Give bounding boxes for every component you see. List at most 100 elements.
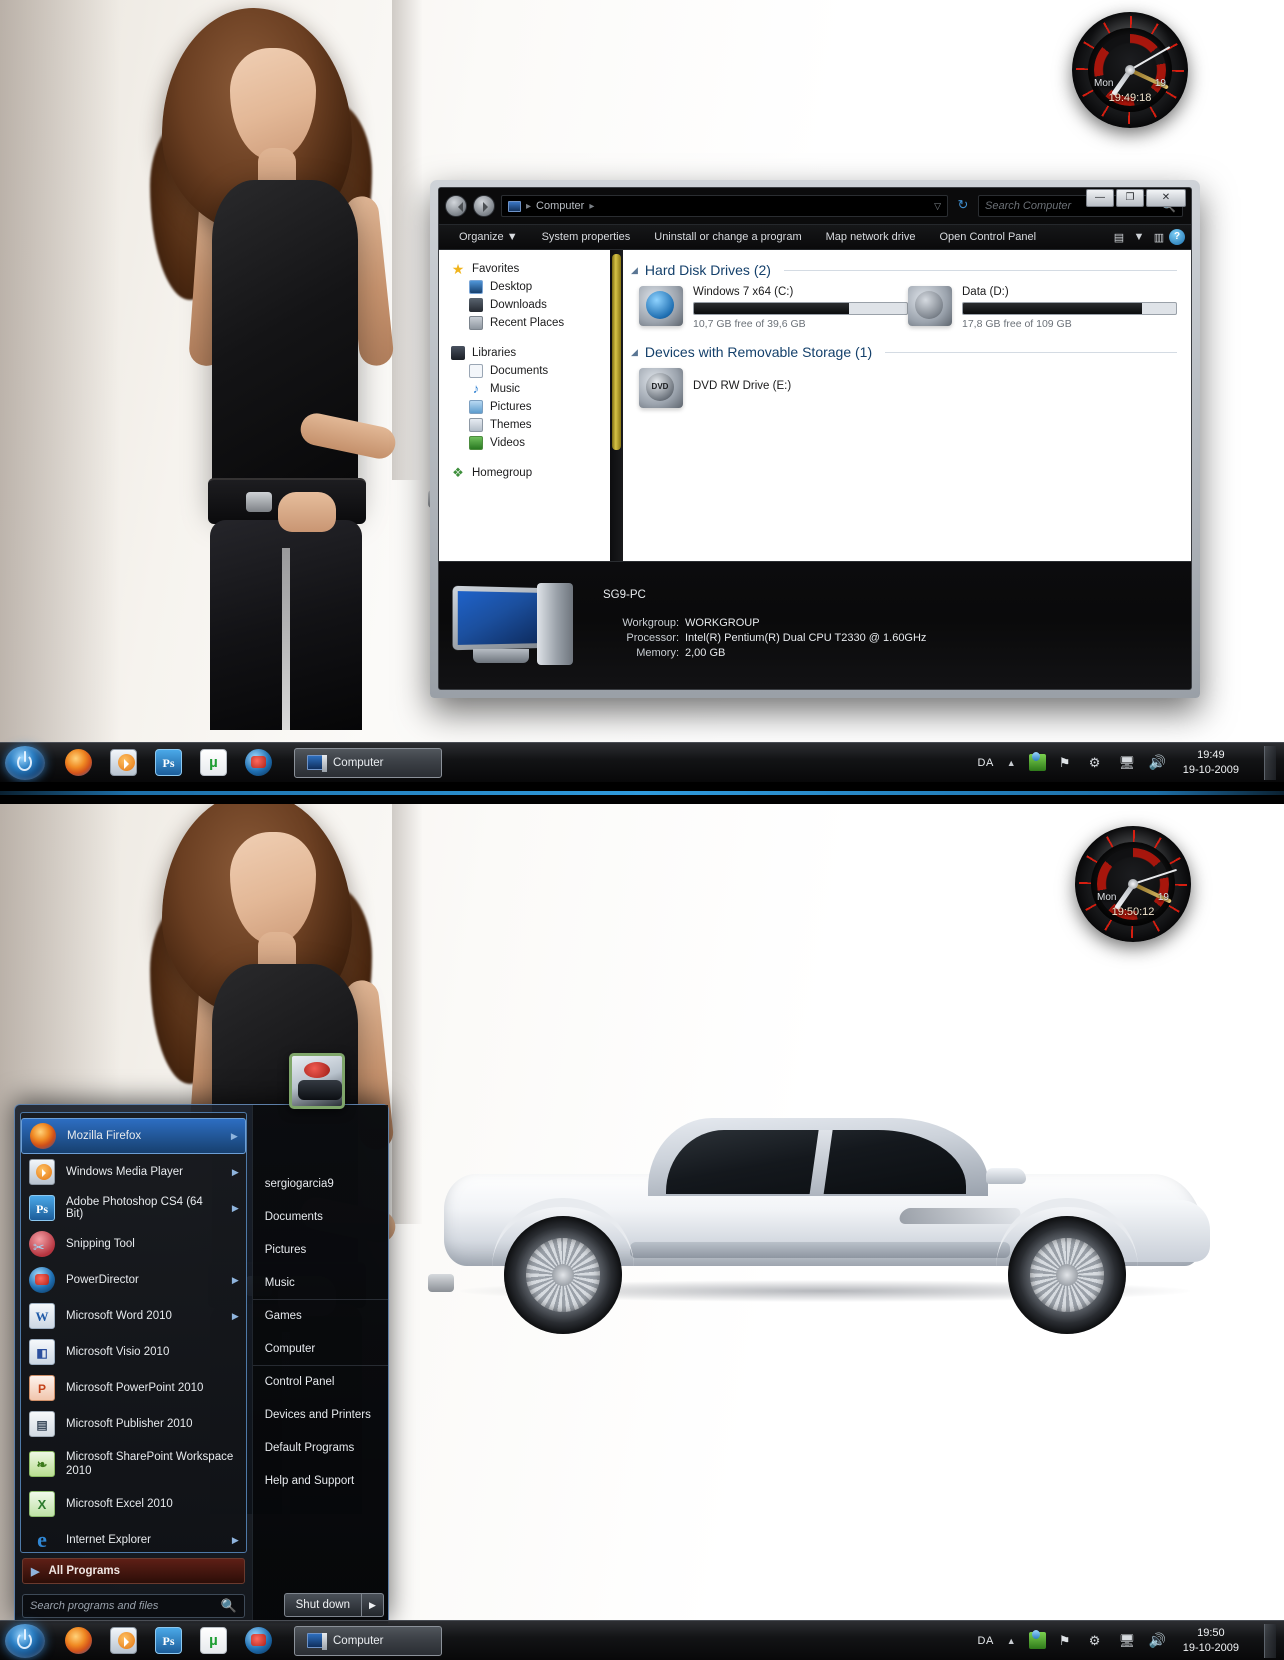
taskbar-button-computer[interactable]: Computer bbox=[294, 1625, 442, 1656]
breadcrumb-address-bar[interactable]: ▸ Computer ▸ ▽ bbox=[501, 195, 948, 217]
start-right-item-username[interactable]: sergiogarcia9 bbox=[253, 1167, 388, 1200]
maximize-button[interactable]: ❐ bbox=[1116, 189, 1144, 207]
sidebar-item-themes[interactable]: Themes bbox=[469, 418, 616, 432]
system-properties-button[interactable]: System properties bbox=[530, 231, 643, 243]
chevron-right-icon[interactable]: ▶ bbox=[232, 1203, 239, 1214]
computer-explorer-window[interactable]: — ❐ ✕ ▸ Computer ▸ ▽ ↻ Search Computer O… bbox=[430, 180, 1200, 698]
powerdirector-icon[interactable] bbox=[245, 1627, 272, 1654]
action-center-flag-icon[interactable]: ⚑ bbox=[1059, 754, 1076, 771]
start-right-item-pictures[interactable]: Pictures bbox=[253, 1233, 388, 1266]
start-item-adobe-photoshop[interactable]: Ps Adobe Photoshop CS4 (64 Bit) ▶ bbox=[21, 1190, 246, 1226]
chevron-down-icon[interactable]: ▼ bbox=[1129, 231, 1149, 243]
start-right-item-music[interactable]: Music bbox=[253, 1266, 388, 1299]
start-right-item-documents[interactable]: Documents bbox=[253, 1200, 388, 1233]
start-right-item-default-programs[interactable]: Default Programs bbox=[253, 1431, 388, 1464]
start-right-item-games[interactable]: Games bbox=[252, 1299, 388, 1332]
view-layout-icon[interactable]: ▤ bbox=[1109, 231, 1129, 244]
show-hidden-icons-chevron[interactable]: ▲ bbox=[1007, 758, 1016, 768]
start-right-item-help-and-support[interactable]: Help and Support bbox=[253, 1464, 388, 1497]
start-item-microsoft-publisher[interactable]: ▤ Microsoft Publisher 2010 bbox=[21, 1406, 246, 1442]
drive-item-d[interactable]: Data (D:) 17,8 GB free of 109 GB bbox=[908, 286, 1177, 330]
back-button[interactable] bbox=[445, 195, 467, 217]
forward-button[interactable] bbox=[473, 195, 495, 217]
start-item-microsoft-word[interactable]: W Microsoft Word 2010 ▶ bbox=[21, 1298, 246, 1334]
action-center-flag-icon[interactable]: ⚑ bbox=[1059, 1632, 1076, 1649]
close-button[interactable]: ✕ bbox=[1146, 189, 1186, 207]
map-network-drive-button[interactable]: Map network drive bbox=[814, 231, 928, 243]
start-item-powerdirector[interactable]: PowerDirector ▶ bbox=[21, 1262, 246, 1298]
sidebar-item-documents[interactable]: Documents bbox=[469, 364, 616, 378]
sidebar-item-recent-places[interactable]: Recent Places bbox=[469, 316, 616, 330]
powerdirector-icon[interactable] bbox=[245, 749, 272, 776]
language-indicator[interactable]: DA bbox=[978, 1635, 994, 1647]
sidebar-item-pictures[interactable]: Pictures bbox=[469, 400, 616, 414]
sidebar-item-downloads[interactable]: Downloads bbox=[469, 298, 616, 312]
windows-media-player-icon[interactable] bbox=[110, 749, 137, 776]
windows-media-player-icon[interactable] bbox=[110, 1627, 137, 1654]
monitor-icon[interactable]: 🖥 bbox=[1119, 1632, 1136, 1649]
all-programs-button[interactable]: ▶ All Programs bbox=[22, 1558, 245, 1584]
clock-gadget-top[interactable]: Mon 19 19:49:18 bbox=[1072, 12, 1188, 128]
start-item-sharepoint-workspace[interactable]: ❧ Microsoft SharePoint Workspace 2010 bbox=[21, 1442, 246, 1486]
show-desktop-button[interactable] bbox=[1264, 745, 1276, 780]
start-item-snipping-tool[interactable]: Snipping Tool bbox=[21, 1226, 246, 1262]
start-menu[interactable]: Mozilla Firefox ▶ Windows Media Player ▶… bbox=[14, 1053, 389, 1624]
utorrent-icon[interactable]: µ bbox=[200, 749, 227, 776]
show-hidden-icons-chevron[interactable]: ▲ bbox=[1007, 1636, 1016, 1646]
refresh-icon[interactable]: ↻ bbox=[954, 197, 972, 215]
drive-item-c[interactable]: Windows 7 x64 (C:) 10,7 GB free of 39,6 … bbox=[639, 286, 908, 330]
sidebar-item-homegroup[interactable]: ❖ Homegroup bbox=[451, 466, 616, 480]
settings-gear-icon[interactable]: ⚙ bbox=[1089, 754, 1106, 771]
navpane-scrollbar-thumb[interactable] bbox=[612, 254, 621, 450]
taskbar-clock[interactable]: 19:50 19-10-2009 bbox=[1179, 1626, 1247, 1656]
minimize-button[interactable]: — bbox=[1086, 189, 1114, 207]
drive-item-e[interactable]: DVD DVD RW Drive (E:) bbox=[639, 368, 909, 408]
group-header-hard-disk-drives[interactable]: ◢ Hard Disk Drives (2) bbox=[631, 262, 1177, 278]
start-item-microsoft-powerpoint[interactable]: P Microsoft PowerPoint 2010 bbox=[21, 1370, 246, 1406]
open-control-panel-button[interactable]: Open Control Panel bbox=[927, 231, 1048, 243]
firefox-icon[interactable] bbox=[65, 1627, 92, 1654]
firefox-icon[interactable] bbox=[65, 749, 92, 776]
breadcrumb-computer[interactable]: Computer bbox=[536, 200, 584, 212]
settings-gear-icon[interactable]: ⚙ bbox=[1089, 1632, 1106, 1649]
sidebar-item-videos[interactable]: Videos bbox=[469, 436, 616, 450]
start-right-item-control-panel[interactable]: Control Panel bbox=[252, 1365, 388, 1398]
chevron-down-icon[interactable]: ◢ bbox=[631, 265, 638, 276]
photoshop-icon[interactable]: Ps bbox=[155, 1627, 182, 1654]
start-button[interactable] bbox=[5, 1623, 45, 1658]
volume-icon[interactable]: 🔊 bbox=[1149, 754, 1166, 771]
sidebar-item-music[interactable]: ♪ Music bbox=[469, 382, 616, 396]
network-icon[interactable] bbox=[1028, 752, 1046, 771]
taskbar-clock[interactable]: 19:49 19-10-2009 bbox=[1179, 748, 1247, 778]
start-item-microsoft-visio[interactable]: ◧ Microsoft Visio 2010 bbox=[21, 1334, 246, 1370]
start-item-windows-media-player[interactable]: Windows Media Player ▶ bbox=[21, 1154, 246, 1190]
start-right-item-devices-and-printers[interactable]: Devices and Printers bbox=[253, 1398, 388, 1431]
nav-group-libraries[interactable]: Libraries bbox=[451, 346, 616, 360]
chevron-down-icon[interactable]: ◢ bbox=[631, 347, 638, 358]
chevron-right-icon[interactable]: ▶ bbox=[232, 1311, 239, 1322]
start-item-mozilla-firefox[interactable]: Mozilla Firefox ▶ bbox=[21, 1118, 246, 1154]
start-item-microsoft-excel[interactable]: X Microsoft Excel 2010 bbox=[21, 1486, 246, 1522]
help-icon[interactable]: ? bbox=[1169, 229, 1185, 245]
start-item-internet-explorer[interactable]: e Internet Explorer ▶ bbox=[21, 1522, 246, 1552]
start-right-item-computer[interactable]: Computer bbox=[253, 1332, 388, 1365]
user-avatar[interactable] bbox=[289, 1053, 345, 1109]
photoshop-icon[interactable]: Ps bbox=[155, 749, 182, 776]
shutdown-options-arrow[interactable]: ▶ bbox=[362, 1593, 384, 1617]
taskbar-button-computer[interactable]: Computer bbox=[294, 747, 442, 778]
start-button[interactable] bbox=[5, 745, 45, 780]
chevron-right-icon[interactable]: ▶ bbox=[231, 1131, 238, 1142]
chevron-right-icon[interactable]: ▶ bbox=[232, 1535, 239, 1546]
sidebar-item-desktop[interactable]: Desktop bbox=[469, 280, 616, 294]
volume-icon[interactable]: 🔊 bbox=[1149, 1632, 1166, 1649]
language-indicator[interactable]: DA bbox=[978, 757, 994, 769]
chevron-right-icon[interactable]: ▶ bbox=[232, 1167, 239, 1178]
shut-down-button[interactable]: Shut down bbox=[283, 1593, 362, 1617]
chevron-down-icon[interactable]: ▽ bbox=[934, 201, 941, 212]
monitor-icon[interactable]: 🖥 bbox=[1119, 754, 1136, 771]
uninstall-program-button[interactable]: Uninstall or change a program bbox=[642, 231, 813, 243]
show-desktop-button[interactable] bbox=[1264, 1623, 1276, 1658]
search-input[interactable]: Search programs and files 🔍 bbox=[22, 1594, 245, 1618]
chevron-right-icon[interactable]: ▶ bbox=[232, 1275, 239, 1286]
group-header-removable-storage[interactable]: ◢ Devices with Removable Storage (1) bbox=[631, 344, 1177, 360]
